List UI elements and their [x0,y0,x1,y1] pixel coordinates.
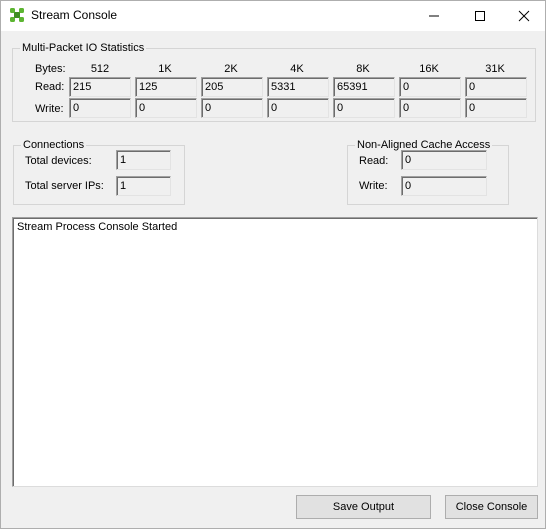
console-output[interactable]: Stream Process Console Started [12,217,538,487]
title-bar[interactable]: Stream Console [1,1,545,31]
maximize-button[interactable] [457,1,503,31]
write-2k-field[interactable]: 0 [201,98,263,118]
read-512-field[interactable]: 215 [69,77,131,97]
window-title: Stream Console [31,8,118,22]
read-1k-field[interactable]: 125 [135,77,197,97]
write-4k-field[interactable]: 0 [267,98,329,118]
column-header-16k: 16K [419,63,439,75]
column-header-1k: 1K [158,63,172,75]
read-4k-field[interactable]: 5331 [267,77,329,97]
read-16k-field[interactable]: 0 [399,77,461,97]
read-8k-field[interactable]: 65391 [333,77,395,97]
total-server-ips-field[interactable]: 1 [116,176,171,196]
write-1k-field[interactable]: 0 [135,98,197,118]
close-window-button[interactable] [501,1,546,31]
maximize-icon [475,11,485,21]
io-statistics-title: Multi-Packet IO Statistics [20,41,147,55]
save-output-button[interactable]: Save Output [296,495,431,519]
read-label: Read: [35,81,65,93]
write-16k-field[interactable]: 0 [399,98,461,118]
cache-write-label: Write: [359,180,388,192]
cache-read-field[interactable]: 0 [401,150,487,170]
column-header-4k: 4K [290,63,304,75]
close-icon [518,10,530,22]
close-console-button[interactable]: Close Console [445,495,538,519]
column-header-31k: 31K [485,63,505,75]
minimize-icon [429,15,439,17]
write-31k-field[interactable]: 0 [465,98,527,118]
cache-write-field[interactable]: 0 [401,176,487,196]
column-header-512: 512 [90,63,110,75]
column-header-2k: 2K [224,63,238,75]
app-grid-icon [10,8,24,22]
stream-console-window: Stream Console Multi-Packet IO Statistic… [0,0,546,529]
total-server-ips-label: Total server IPs: [25,180,104,192]
write-label: Write: [35,103,64,115]
connections-title: Connections [21,138,87,152]
column-header-8k: 8K [356,63,370,75]
bytes-label: Bytes: [35,63,66,75]
write-512-field[interactable]: 0 [69,98,131,118]
total-devices-field[interactable]: 1 [116,150,171,170]
minimize-button[interactable] [411,1,457,31]
cache-read-label: Read: [359,155,389,167]
read-31k-field[interactable]: 0 [465,77,527,97]
read-2k-field[interactable]: 205 [201,77,263,97]
write-8k-field[interactable]: 0 [333,98,395,118]
console-line: Stream Process Console Started [17,221,178,233]
total-devices-label: Total devices: [25,155,92,167]
